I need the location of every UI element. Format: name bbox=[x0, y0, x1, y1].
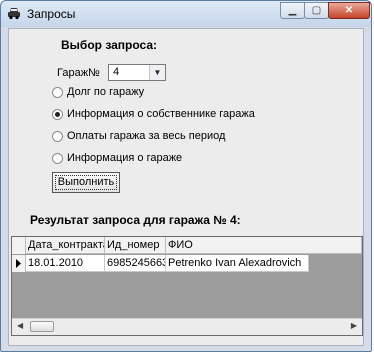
query-selection-heading: Выбор запроса: bbox=[61, 38, 158, 52]
maximize-icon: ▢ bbox=[311, 5, 322, 16]
minimize-icon: ▁ bbox=[288, 5, 297, 16]
radio-garage-info[interactable] bbox=[52, 153, 63, 164]
header-corner bbox=[12, 237, 26, 254]
triangle-right-icon bbox=[16, 259, 21, 268]
minimize-button[interactable]: ▁ bbox=[280, 2, 305, 19]
radio-owner-info[interactable] bbox=[52, 109, 63, 120]
column-header-full-name[interactable]: ФИО bbox=[166, 237, 362, 254]
radio-garage-debt-label[interactable]: Долг по гаражу bbox=[67, 86, 144, 98]
maximize-button[interactable]: ▢ bbox=[304, 2, 329, 19]
arrow-right-icon[interactable]: ▶ bbox=[351, 321, 357, 330]
scrollbar-thumb[interactable] bbox=[30, 321, 54, 332]
garage-number-select[interactable]: 4 ▼ bbox=[108, 64, 166, 81]
title-bar[interactable]: Запросы ▁ ▢ ✕ bbox=[1, 1, 371, 27]
result-heading: Результат запроса для гаража № 4: bbox=[30, 213, 241, 227]
garage-number-label: Гараж№ bbox=[57, 67, 100, 79]
close-button[interactable]: ✕ bbox=[328, 2, 370, 19]
close-icon: ✕ bbox=[344, 5, 354, 16]
window-title: Запросы bbox=[27, 7, 76, 21]
horizontal-scrollbar[interactable]: ◀ ▶ bbox=[12, 318, 362, 335]
cell-full-name[interactable]: Petrenko Ivan Alexadrovich bbox=[166, 255, 309, 272]
column-header-contract-date[interactable]: Дата_контракта bbox=[26, 237, 105, 254]
radio-payments-period[interactable] bbox=[52, 131, 63, 142]
radio-payments-period-label[interactable]: Оплаты гаража за весь период bbox=[67, 130, 225, 142]
radio-garage-debt[interactable] bbox=[52, 87, 63, 98]
arrow-left-icon[interactable]: ◀ bbox=[17, 321, 23, 330]
queries-window: Запросы ▁ ▢ ✕ Выбор запроса: Гараж№ 4 ▼ … bbox=[0, 0, 372, 352]
chevron-down-icon[interactable]: ▼ bbox=[149, 65, 165, 80]
garage-number-value: 4 bbox=[113, 66, 120, 78]
cell-contract-date[interactable]: 18.01.2010 bbox=[26, 255, 105, 272]
column-header-id-number[interactable]: Ид_номер bbox=[105, 237, 166, 254]
execute-button[interactable]: Выполнить bbox=[52, 172, 120, 193]
radio-owner-info-label[interactable]: Информация о собственнике гаража bbox=[67, 108, 255, 120]
car-icon bbox=[8, 8, 20, 20]
row-indicator[interactable] bbox=[12, 255, 26, 272]
radio-garage-info-label[interactable]: Информация о гараже bbox=[67, 152, 182, 164]
result-grid[interactable]: Дата_контракта Ид_номер ФИО 18.01.2010 6… bbox=[11, 236, 363, 336]
cell-id-number[interactable]: 6985245663 bbox=[105, 255, 166, 272]
